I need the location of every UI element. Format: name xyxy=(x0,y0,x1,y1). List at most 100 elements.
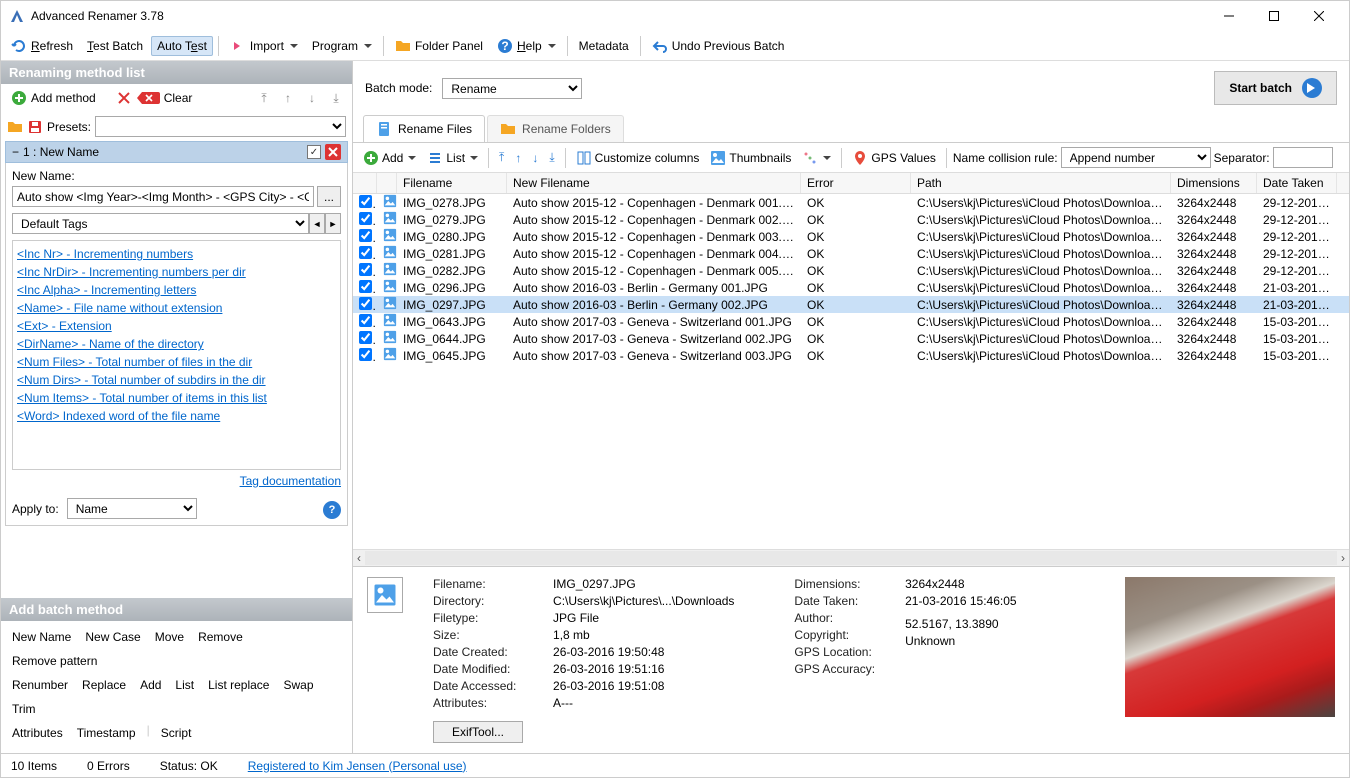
batch-method-move[interactable]: Move xyxy=(150,627,189,647)
minimize-button[interactable] xyxy=(1206,1,1251,31)
batch-method-new-case[interactable]: New Case xyxy=(80,627,145,647)
table-row[interactable]: IMG_0281.JPG Auto show 2015-12 - Copenha… xyxy=(353,245,1349,262)
test-batch-button[interactable]: Test Batch xyxy=(81,36,149,56)
close-button[interactable] xyxy=(1296,1,1341,31)
table-row[interactable]: IMG_0644.JPG Auto show 2017-03 - Geneva … xyxy=(353,330,1349,347)
move-up-button[interactable]: ↑ xyxy=(511,149,525,167)
table-row[interactable]: IMG_0645.JPG Auto show 2017-03 - Geneva … xyxy=(353,347,1349,364)
batch-mode-select[interactable]: Rename xyxy=(442,78,582,99)
batch-method-replace[interactable]: Replace xyxy=(77,675,131,695)
thumbnails-button[interactable]: Thumbnails xyxy=(706,148,795,168)
tag-next-button[interactable]: ► xyxy=(325,213,341,234)
clear-label[interactable]: Clear xyxy=(164,91,193,105)
row-checkbox[interactable] xyxy=(359,263,372,276)
method-help-icon[interactable]: ? xyxy=(323,501,341,519)
batch-method-new-name[interactable]: New Name xyxy=(7,627,76,647)
batch-method-remove-pattern[interactable]: Remove pattern xyxy=(7,651,102,671)
move-bottom-button[interactable]: ⤓ xyxy=(326,88,346,108)
table-row[interactable]: IMG_0278.JPG Auto show 2015-12 - Copenha… xyxy=(353,194,1349,211)
col-path[interactable]: Path xyxy=(911,173,1171,193)
batch-method-add[interactable]: Add xyxy=(135,675,166,695)
folder-panel-button[interactable]: Folder Panel xyxy=(389,35,489,57)
exiftool-button[interactable]: ExifTool... xyxy=(433,721,523,743)
tag-link[interactable]: <DirName> - Name of the directory xyxy=(17,335,336,353)
gps-values-button[interactable]: GPS Values xyxy=(848,148,939,168)
batch-method-timestamp[interactable]: Timestamp xyxy=(72,723,141,743)
horizontal-scrollbar[interactable]: ‹› xyxy=(353,549,1349,566)
col-dimensions[interactable]: Dimensions xyxy=(1171,173,1257,193)
tag-link[interactable]: <Inc NrDir> - Incrementing numbers per d… xyxy=(17,263,336,281)
col-error[interactable]: Error xyxy=(801,173,911,193)
tag-link[interactable]: <Num Dirs> - Total number of subdirs in … xyxy=(17,371,336,389)
batch-method-trim[interactable]: Trim xyxy=(7,699,41,719)
delete-x-icon[interactable] xyxy=(116,90,132,106)
row-checkbox[interactable] xyxy=(359,246,372,259)
tag-link[interactable]: <Name> - File name without extension xyxy=(17,299,336,317)
open-folder-icon[interactable] xyxy=(7,119,23,135)
row-checkbox[interactable] xyxy=(359,297,372,310)
view-options-button[interactable] xyxy=(798,148,835,168)
table-row[interactable]: IMG_0643.JPG Auto show 2017-03 - Geneva … xyxy=(353,313,1349,330)
tag-category-select[interactable]: Default Tags xyxy=(12,213,309,234)
batch-method-renumber[interactable]: Renumber xyxy=(7,675,73,695)
undo-button[interactable]: Undo Previous Batch xyxy=(646,35,791,57)
separator-input[interactable] xyxy=(1273,147,1333,168)
method-delete-icon[interactable] xyxy=(325,144,341,160)
batch-method-attributes[interactable]: Attributes xyxy=(7,723,68,743)
batch-method-swap[interactable]: Swap xyxy=(278,675,318,695)
row-checkbox[interactable] xyxy=(359,195,372,208)
batch-method-list[interactable]: List xyxy=(170,675,199,695)
row-checkbox[interactable] xyxy=(359,314,372,327)
add-method-button[interactable]: Add method xyxy=(7,88,100,108)
tag-prev-button[interactable]: ◄ xyxy=(309,213,325,234)
row-checkbox[interactable] xyxy=(359,280,372,293)
method-header[interactable]: − 1 : New Name ✓ xyxy=(5,141,348,163)
collision-select[interactable]: Append number xyxy=(1061,147,1211,168)
tag-link[interactable]: <Ext> - Extension xyxy=(17,317,336,335)
row-checkbox[interactable] xyxy=(359,331,372,344)
table-row[interactable]: IMG_0296.JPG Auto show 2016-03 - Berlin … xyxy=(353,279,1349,296)
registration-link[interactable]: Registered to Kim Jensen (Personal use) xyxy=(248,759,467,773)
row-checkbox[interactable] xyxy=(359,212,372,225)
name-more-button[interactable]: ... xyxy=(317,186,341,207)
move-bottom-button[interactable]: ⤓ xyxy=(545,148,558,167)
move-up-button[interactable]: ↑ xyxy=(278,88,298,108)
col-date-taken[interactable]: Date Taken xyxy=(1257,173,1337,193)
table-row[interactable]: IMG_0297.JPG Auto show 2016-03 - Berlin … xyxy=(353,296,1349,313)
col-filename[interactable]: Filename xyxy=(397,173,507,193)
auto-test-button[interactable]: Auto Test xyxy=(151,36,213,56)
tag-link[interactable]: <Inc Nr> - Incrementing numbers xyxy=(17,245,336,263)
help-button[interactable]: ?Help xyxy=(491,35,562,57)
table-row[interactable]: IMG_0280.JPG Auto show 2015-12 - Copenha… xyxy=(353,228,1349,245)
refresh-button[interactable]: Refresh xyxy=(5,35,79,57)
move-down-button[interactable]: ↓ xyxy=(528,149,542,167)
tag-link[interactable]: <Num Items> - Total number of items in t… xyxy=(17,389,336,407)
add-files-button[interactable]: Add xyxy=(359,148,420,168)
move-top-button[interactable]: ⤒ xyxy=(495,148,508,167)
move-top-button[interactable]: ⤒ xyxy=(254,88,274,108)
batch-method-list-replace[interactable]: List replace xyxy=(203,675,274,695)
program-button[interactable]: Program xyxy=(306,36,378,56)
col-new-filename[interactable]: New Filename xyxy=(507,173,801,193)
table-row[interactable]: IMG_0279.JPG Auto show 2015-12 - Copenha… xyxy=(353,211,1349,228)
table-row[interactable]: IMG_0282.JPG Auto show 2015-12 - Copenha… xyxy=(353,262,1349,279)
presets-select[interactable] xyxy=(95,116,346,137)
customize-columns-button[interactable]: Customize columns xyxy=(572,148,704,168)
tag-doc-link[interactable]: Tag documentation xyxy=(240,474,341,488)
tag-link[interactable]: <Inc Alpha> - Incrementing letters xyxy=(17,281,336,299)
maximize-button[interactable] xyxy=(1251,1,1296,31)
row-checkbox[interactable] xyxy=(359,348,372,361)
new-name-input[interactable] xyxy=(12,186,314,207)
batch-method-script[interactable]: Script xyxy=(156,723,197,743)
import-button[interactable]: Import xyxy=(224,35,304,57)
batch-method-remove[interactable]: Remove xyxy=(193,627,248,647)
metadata-button[interactable]: Metadata xyxy=(573,36,635,56)
clear-backspace-icon[interactable] xyxy=(136,90,160,106)
move-down-button[interactable]: ↓ xyxy=(302,88,322,108)
row-checkbox[interactable] xyxy=(359,229,372,242)
tab-rename-files[interactable]: Rename Files xyxy=(363,115,485,142)
apply-to-select[interactable]: Name xyxy=(67,498,197,519)
list-button[interactable]: List xyxy=(423,148,482,168)
start-batch-button[interactable]: Start batch xyxy=(1214,71,1337,105)
save-icon[interactable] xyxy=(27,119,43,135)
